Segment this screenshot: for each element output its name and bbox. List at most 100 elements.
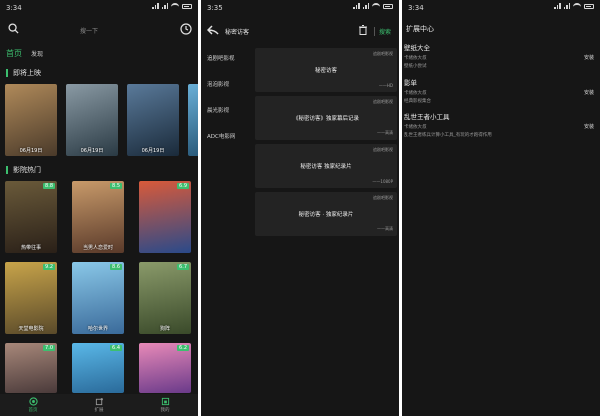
wifi-icon bbox=[372, 3, 380, 9]
movie-card[interactable]: 7.0 bbox=[5, 343, 57, 393]
back-arrow-icon[interactable] bbox=[207, 25, 219, 35]
home-tabs: 首页 发现 bbox=[6, 48, 43, 59]
movie-title: 当男人恋爱时 bbox=[82, 245, 113, 251]
release-date: 06月19日 bbox=[80, 148, 104, 154]
nav-mine[interactable]: 我的 bbox=[161, 397, 170, 413]
result-source: 追剧吧影视 bbox=[373, 51, 393, 56]
nav-extensions[interactable]: 扩展 bbox=[95, 397, 104, 413]
result-title: 秘密访客 · 独家纪录片 bbox=[298, 212, 354, 218]
upcoming-poster[interactable] bbox=[188, 84, 198, 156]
home-icon bbox=[28, 397, 38, 406]
score-badge: 6.4 bbox=[110, 345, 122, 351]
search-button[interactable]: 搜索 bbox=[373, 27, 391, 36]
home-screen: 3:34 搜一下 首页 发现 即将上映 06月19日 06月19日 06月19日… bbox=[0, 0, 198, 416]
extension-desc: 经典影视集合 bbox=[404, 99, 431, 104]
battery-icon bbox=[383, 3, 393, 9]
release-date: 06月19日 bbox=[19, 148, 43, 154]
status-time: 3:34 bbox=[6, 4, 22, 12]
nav-home[interactable]: 首页 bbox=[29, 397, 38, 413]
result-quality: ——高清 bbox=[377, 130, 393, 135]
status-icons bbox=[152, 3, 192, 9]
result-quality: ——高清 bbox=[377, 226, 393, 231]
history-icon[interactable] bbox=[180, 23, 192, 35]
extension-name: 乱世王者小工具 bbox=[404, 113, 450, 121]
source-item[interactable]: 泡泡影视 bbox=[207, 80, 253, 106]
movie-card[interactable]: 8.8 热带往事 bbox=[5, 181, 57, 253]
signal-icon bbox=[353, 3, 360, 9]
install-button[interactable]: 安装 bbox=[584, 89, 594, 96]
search-query[interactable]: 秘密访客 bbox=[225, 27, 249, 36]
source-item[interactable]: 追剧吧影视 bbox=[207, 54, 253, 80]
battery-icon bbox=[584, 3, 594, 9]
install-button[interactable]: 安装 bbox=[584, 123, 594, 130]
upcoming-row: 06月19日 06月19日 06月19日 bbox=[5, 84, 198, 158]
nav-home-label: 首页 bbox=[28, 408, 38, 413]
movie-card[interactable]: 9.2 天堂电影院 bbox=[5, 262, 57, 334]
movie-card[interactable]: 6.2 bbox=[139, 343, 191, 393]
status-bar: 3:34 bbox=[402, 0, 600, 14]
score-badge: 8.8 bbox=[43, 183, 55, 189]
extension-center-screen: 3:34 扩展中心 壁纸大全 卡绪依大叔 壁纸小尝试 安装 影单 卡绪依大叔 经… bbox=[402, 0, 600, 416]
release-date: 06月19日 bbox=[141, 148, 165, 154]
result-card[interactable]: 追剧吧影视 《秘密访客》独家幕后记录 ——高清 bbox=[255, 96, 397, 140]
section-title-upcoming: 即将上映 bbox=[6, 69, 41, 77]
status-bar: 3:35 bbox=[201, 0, 399, 14]
status-icons bbox=[554, 3, 594, 9]
score-badge: 6.9 bbox=[177, 183, 189, 189]
extension-desc: 壁纸小尝试 bbox=[404, 64, 427, 69]
tab-discover[interactable]: 发现 bbox=[31, 49, 43, 58]
search-icon[interactable] bbox=[8, 23, 19, 34]
search-input[interactable]: 搜一下 bbox=[80, 26, 98, 35]
movie-card[interactable]: 6.9 bbox=[139, 181, 191, 253]
movie-title: 哈尔世界 bbox=[87, 326, 108, 332]
upcoming-poster[interactable]: 06月19日 bbox=[127, 84, 179, 156]
extension-item: 壁纸大全 卡绪依大叔 壁纸小尝试 安装 bbox=[404, 42, 594, 76]
user-icon bbox=[161, 397, 169, 406]
result-source: 追剧吧影视 bbox=[373, 195, 393, 200]
signal-icon bbox=[152, 3, 159, 9]
status-time: 3:35 bbox=[207, 4, 223, 12]
page-title: 扩展中心 bbox=[406, 25, 434, 33]
extension-name: 影单 bbox=[404, 79, 417, 87]
result-source: 追剧吧影视 bbox=[373, 99, 393, 104]
status-time: 3:34 bbox=[408, 4, 424, 12]
nav-mine-label: 我的 bbox=[160, 408, 170, 413]
result-title: 秘密访客 独家纪录片 bbox=[300, 164, 352, 170]
movie-title: 热带往事 bbox=[20, 245, 41, 251]
section-title-hot: 影院热门 bbox=[6, 166, 41, 174]
movie-card[interactable]: 8.6 哈尔世界 bbox=[72, 262, 124, 334]
status-bar: 3:34 bbox=[0, 0, 198, 14]
install-button[interactable]: 安装 bbox=[584, 54, 594, 61]
extension-icon bbox=[95, 398, 103, 406]
wifi-icon bbox=[171, 3, 179, 9]
result-card[interactable]: 追剧吧影视 秘密访客 独家纪录片 ——1080P bbox=[255, 144, 397, 188]
movie-title: 狗阵 bbox=[159, 326, 170, 332]
source-item[interactable]: ADC电影网 bbox=[207, 132, 253, 158]
wifi-icon bbox=[573, 3, 581, 9]
extension-author: 卡绪依大叔 bbox=[404, 56, 427, 61]
movie-card[interactable]: 6.7 狗阵 bbox=[139, 262, 191, 334]
extension-author: 卡绪依大叔 bbox=[404, 91, 427, 96]
trash-icon[interactable] bbox=[359, 25, 367, 35]
battery-icon bbox=[182, 3, 192, 9]
movie-card[interactable]: 8.5 当男人恋爱时 bbox=[72, 181, 124, 253]
tab-home[interactable]: 首页 bbox=[6, 48, 22, 59]
result-title: 《秘密访客》独家幕后记录 bbox=[292, 116, 359, 122]
upcoming-poster[interactable]: 06月19日 bbox=[5, 84, 57, 156]
source-item[interactable]: 晨光影视 bbox=[207, 106, 253, 132]
result-card[interactable]: 追剧吧影视 秘密访客 · 独家纪录片 ——高清 bbox=[255, 192, 397, 236]
result-quality: ——1080P bbox=[372, 179, 393, 184]
result-quality: ——HD bbox=[378, 83, 393, 88]
search-results-screen: 3:35 秘密访客 搜索 追剧吧影视 泡泡影视 晨光影视 ADC电影网 追剧吧影… bbox=[201, 0, 399, 416]
result-source: 追剧吧影视 bbox=[373, 147, 393, 152]
extension-author: 卡绪依大叔 bbox=[404, 125, 427, 130]
signal-icon bbox=[554, 3, 561, 9]
score-badge: 6.2 bbox=[177, 345, 189, 351]
source-list: 追剧吧影视 泡泡影视 晨光影视 ADC电影网 bbox=[207, 54, 253, 158]
nav-extensions-label: 扩展 bbox=[94, 408, 104, 413]
extension-desc: 乱世王者练兵计算小工具_有玩的才跑得作用 bbox=[404, 133, 492, 138]
result-card[interactable]: 追剧吧影视 秘密访客 ——HD bbox=[255, 48, 397, 92]
score-badge: 8.5 bbox=[110, 183, 122, 189]
upcoming-poster[interactable]: 06月19日 bbox=[66, 84, 118, 156]
movie-card[interactable]: 6.4 bbox=[72, 343, 124, 393]
